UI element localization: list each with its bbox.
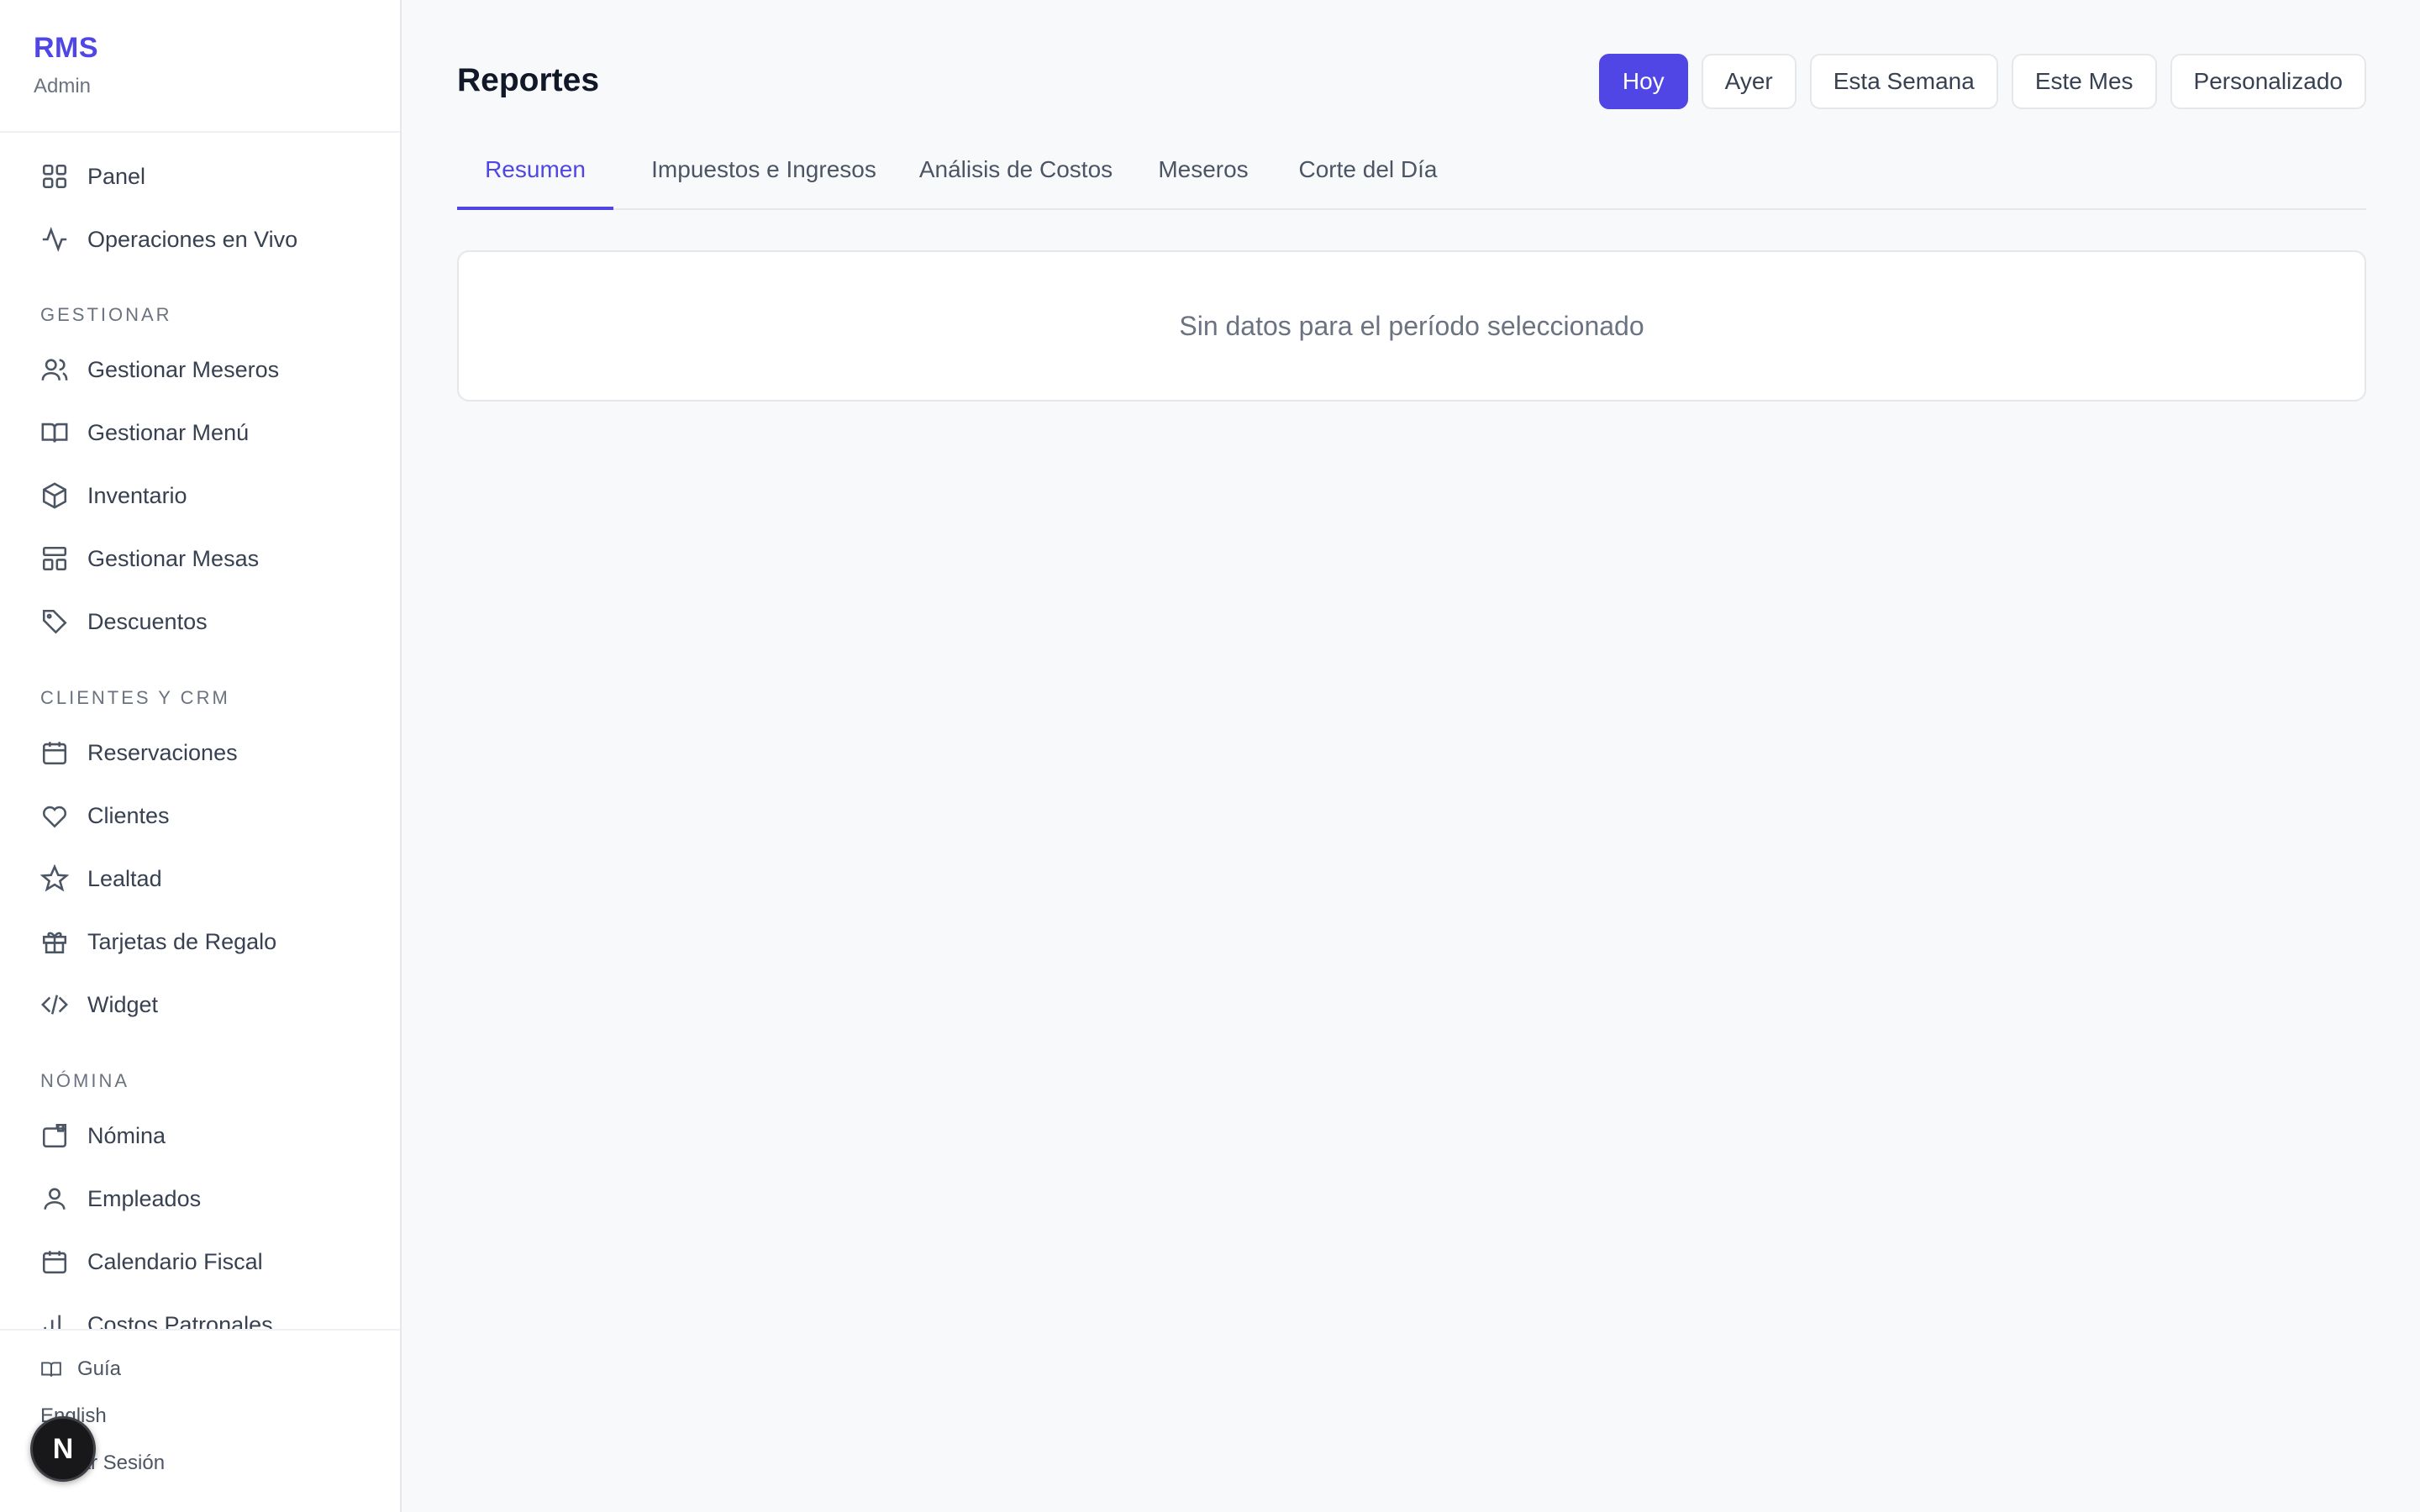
sidebar-item-reservaciones[interactable]: Reservaciones bbox=[0, 727, 400, 778]
report-tabs: Resumen Impuestos e Ingresos Análisis de… bbox=[457, 150, 2366, 210]
book-open-icon bbox=[40, 418, 69, 447]
sidebar-item-menu[interactable]: Gestionar Menú bbox=[0, 407, 400, 458]
empty-state-message: Sin datos para el período seleccionado bbox=[1179, 310, 1644, 341]
date-range-group: Hoy Ayer Esta Semana Este Mes Personaliz… bbox=[1598, 54, 2366, 109]
sidebar-item-label: Costos Patronales bbox=[87, 1311, 273, 1330]
sidebar-item-label: Descuentos bbox=[87, 608, 208, 634]
sidebar-item-descuentos[interactable]: Descuentos bbox=[0, 596, 400, 647]
sidebar-item-widget[interactable]: Widget bbox=[0, 979, 400, 1030]
tab-resumen[interactable]: Resumen bbox=[457, 150, 613, 210]
sidebar-item-label: Inventario bbox=[87, 482, 187, 508]
sidebar-item-label: Gestionar Menú bbox=[87, 419, 250, 445]
brand-subtitle: Admin bbox=[34, 75, 92, 97]
tag-icon bbox=[40, 607, 69, 636]
sidebar-item-clientes[interactable]: Clientes bbox=[0, 790, 400, 841]
activity-icon bbox=[40, 225, 69, 254]
sidebar-item-inventario[interactable]: Inventario bbox=[0, 470, 400, 521]
sidebar: RMS Admin Panel Operaciones en Vivo GEST… bbox=[0, 0, 402, 1512]
brand: RMS Admin bbox=[0, 0, 400, 133]
app: RMS Admin Panel Operaciones en Vivo GEST… bbox=[0, 0, 2420, 1512]
sidebar-item-label: Calendario Fiscal bbox=[87, 1248, 263, 1274]
sidebar-item-calendario-fiscal[interactable]: Calendario Fiscal bbox=[0, 1236, 400, 1287]
sidebar-item-label: Reservaciones bbox=[87, 739, 238, 765]
sidebar-item-label: Clientes bbox=[87, 802, 170, 828]
range-hoy-button[interactable]: Hoy bbox=[1598, 54, 1688, 109]
sidebar-item-panel[interactable]: Panel bbox=[0, 151, 400, 202]
sidebar-item-label: Lealtad bbox=[87, 865, 162, 891]
range-personalizado-button[interactable]: Personalizado bbox=[2170, 54, 2366, 109]
main-content: Reportes Hoy Ayer Esta Semana Este Mes P… bbox=[402, 0, 2420, 1512]
sidebar-item-label: Panel bbox=[87, 163, 146, 189]
dev-tools-button[interactable]: N bbox=[30, 1416, 96, 1482]
code-icon bbox=[40, 990, 69, 1019]
sidebar-nav: Panel Operaciones en Vivo GESTIONAR Gest… bbox=[0, 134, 400, 1329]
gift-icon bbox=[40, 927, 69, 956]
users-icon bbox=[40, 355, 69, 384]
sidebar-item-tarjetas[interactable]: Tarjetas de Regalo bbox=[0, 916, 400, 967]
star-icon bbox=[40, 864, 69, 893]
tab-impuestos[interactable]: Impuestos e Ingresos bbox=[644, 150, 884, 210]
grid-icon bbox=[40, 162, 69, 191]
sidebar-item-label: Gestionar Mesas bbox=[87, 545, 260, 571]
sidebar-item-label: Operaciones en Vivo bbox=[87, 226, 298, 252]
guide-label: Guía bbox=[77, 1357, 122, 1380]
calendar-icon bbox=[40, 738, 69, 767]
user-icon bbox=[40, 1184, 69, 1213]
section-label-gestionar: GESTIONAR bbox=[40, 304, 172, 325]
range-ayer-button[interactable]: Ayer bbox=[1701, 54, 1797, 109]
box-icon bbox=[40, 481, 69, 510]
empty-state-card: Sin datos para el período seleccionado bbox=[457, 250, 2366, 402]
layout-icon bbox=[40, 544, 69, 573]
tab-analisis-costos[interactable]: Análisis de Costos bbox=[911, 150, 1121, 210]
sidebar-item-nomina[interactable]: Nómina bbox=[0, 1110, 400, 1161]
tab-corte-del-dia[interactable]: Corte del Día bbox=[1286, 150, 1450, 210]
range-esta-semana-button[interactable]: Esta Semana bbox=[1809, 54, 1998, 109]
sidebar-item-meseros[interactable]: Gestionar Meseros bbox=[0, 344, 400, 395]
heart-icon bbox=[40, 801, 69, 830]
sidebar-item-lealtad[interactable]: Lealtad bbox=[0, 853, 400, 904]
sidebar-item-label: Tarjetas de Regalo bbox=[87, 928, 277, 954]
sidebar-item-costos-patronales[interactable]: Costos Patronales bbox=[0, 1299, 400, 1329]
range-este-mes-button[interactable]: Este Mes bbox=[2011, 54, 2157, 109]
sidebar-item-label: Gestionar Meseros bbox=[87, 356, 280, 382]
section-label-clientes: CLIENTES Y CRM bbox=[40, 687, 230, 708]
guide-link[interactable]: Guía bbox=[40, 1357, 121, 1381]
sidebar-item-label: Empleados bbox=[87, 1185, 202, 1211]
book-open-icon bbox=[41, 1362, 61, 1377]
sidebar-item-mesas[interactable]: Gestionar Mesas bbox=[0, 533, 400, 584]
page-title: Reportes bbox=[457, 62, 600, 98]
wallet-icon bbox=[40, 1121, 69, 1150]
sidebar-item-empleados[interactable]: Empleados bbox=[0, 1173, 400, 1224]
dev-tools-letter: N bbox=[52, 1432, 74, 1465]
bar-chart-icon bbox=[40, 1310, 69, 1329]
calendar-icon bbox=[40, 1247, 69, 1276]
tab-meseros[interactable]: Meseros bbox=[1148, 150, 1259, 210]
sidebar-item-label: Nómina bbox=[87, 1122, 166, 1148]
sidebar-item-label: Widget bbox=[87, 991, 159, 1017]
section-label-nomina: NÓMINA bbox=[40, 1070, 129, 1091]
brand-title[interactable]: RMS bbox=[34, 32, 366, 65]
sidebar-item-operaciones[interactable]: Operaciones en Vivo bbox=[0, 214, 400, 265]
